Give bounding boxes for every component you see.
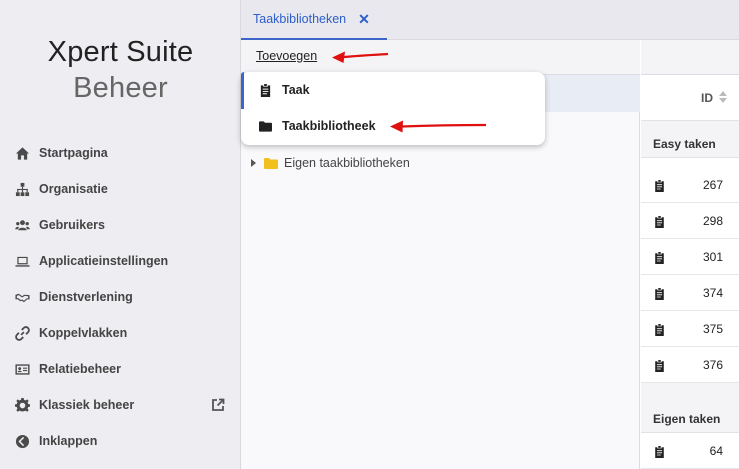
table-row[interactable]: 376 xyxy=(641,347,739,383)
gear-icon xyxy=(14,397,30,413)
clipboard-icon xyxy=(654,251,665,264)
sidebar-item-label: Inklappen xyxy=(39,434,98,448)
sidebar-item-applicatieinstellingen[interactable]: Applicatieinstellingen xyxy=(0,243,241,279)
caret-right-icon[interactable] xyxy=(251,159,256,167)
chevron-left-circle-icon xyxy=(14,433,30,449)
menu-item-taak[interactable]: Taak xyxy=(241,72,545,108)
folder-icon xyxy=(264,157,278,169)
annotation-arrow xyxy=(390,120,487,133)
clipboard-icon xyxy=(654,359,665,372)
sidebar-item-label: Startpagina xyxy=(39,146,108,160)
id-column-header[interactable]: ID xyxy=(701,91,713,105)
sitemap-icon xyxy=(14,181,30,197)
table-row[interactable]: 375 xyxy=(641,311,739,347)
brand-title: Xpert Suite xyxy=(47,36,194,68)
home-icon xyxy=(14,145,30,161)
row-id: 298 xyxy=(702,214,723,228)
sidebar-item-label: Applicatieinstellingen xyxy=(39,254,169,268)
menu-item-label: Taakbibliotheek xyxy=(282,119,376,133)
clipboard-icon xyxy=(654,287,665,300)
table-row[interactable]: 267 xyxy=(641,167,739,203)
sidebar-item-organisatie[interactable]: Organisatie xyxy=(0,171,241,207)
sidebar-item-koppelvlakken[interactable]: Koppelvlakken xyxy=(0,315,241,351)
external-link-icon[interactable] xyxy=(211,398,225,412)
clipboard-icon xyxy=(258,83,272,97)
row-id: 267 xyxy=(702,178,723,192)
sidebar-item-relatiebeheer[interactable]: Relatiebeheer xyxy=(0,351,241,387)
sidebar-item-label: Klassiek beheer xyxy=(39,398,135,412)
tab-label: Taakbibliotheken xyxy=(253,12,347,26)
sidebar-item-startpagina[interactable]: Startpagina xyxy=(0,135,241,171)
sort-icon[interactable] xyxy=(719,91,727,103)
group-label: Eigen taken xyxy=(653,412,721,426)
tab-taakbibliotheken[interactable]: Taakbibliotheken ✕ xyxy=(241,0,387,40)
users-icon xyxy=(14,217,30,233)
task-table-panel: ID Easy taken 267 298 301 374 375 376 Ei… xyxy=(641,40,739,469)
group-header-easy-taken: Easy taken xyxy=(641,121,739,158)
sidebar-item-label: Koppelvlakken xyxy=(39,326,128,340)
row-id: 374 xyxy=(702,286,723,300)
sidebar: Xpert Suite Beheer Startpagina Organisat… xyxy=(0,0,241,469)
folder-icon xyxy=(258,119,272,133)
clipboard-icon xyxy=(654,445,665,458)
sidebar-item-klassiek-beheer[interactable]: Klassiek beheer xyxy=(0,387,241,423)
brand-subtitle: Beheer xyxy=(73,72,168,104)
id-card-icon xyxy=(14,361,30,377)
sidebar-item-label: Dienstverlening xyxy=(39,290,133,304)
clipboard-icon xyxy=(654,215,665,228)
row-id: 376 xyxy=(702,358,723,372)
sidebar-item-label: Organisatie xyxy=(39,182,108,196)
app-brand: Xpert Suite Beheer xyxy=(0,34,241,106)
tab-bar: Taakbibliotheken ✕ xyxy=(241,0,739,40)
table-header: ID xyxy=(641,75,739,121)
toolbar: Toevoegen xyxy=(241,40,640,75)
clipboard-icon xyxy=(654,179,665,192)
table-toolbar xyxy=(641,40,739,75)
row-id: 64 xyxy=(709,444,723,458)
sidebar-nav: Startpagina Organisatie Gebruikers Appli… xyxy=(0,135,241,459)
sidebar-item-dienstverlening[interactable]: Dienstverlening xyxy=(0,279,241,315)
group-header-eigen-taken: Eigen taken xyxy=(641,383,739,433)
tree-node-eigen-taakbibliotheken[interactable]: Eigen taakbibliotheken xyxy=(251,156,410,170)
sidebar-item-label: Relatiebeheer xyxy=(39,362,121,376)
group-label: Easy taken xyxy=(653,137,716,151)
add-button[interactable]: Toevoegen xyxy=(256,49,317,63)
sidebar-item-label: Gebruikers xyxy=(39,218,106,232)
table-row[interactable]: 64 xyxy=(641,433,739,469)
table-row[interactable]: 301 xyxy=(641,239,739,275)
table-row[interactable]: 374 xyxy=(641,275,739,311)
laptop-icon xyxy=(14,253,30,269)
table-row[interactable]: 298 xyxy=(641,203,739,239)
sidebar-item-gebruikers[interactable]: Gebruikers xyxy=(0,207,241,243)
row-id: 375 xyxy=(702,322,723,336)
handshake-icon xyxy=(14,289,30,305)
close-icon[interactable]: ✕ xyxy=(358,11,370,28)
link-icon xyxy=(14,325,30,341)
tree-node-label: Eigen taakbibliotheken xyxy=(284,156,410,170)
sidebar-item-inklappen[interactable]: Inklappen xyxy=(0,423,241,459)
row-id: 301 xyxy=(702,250,723,264)
menu-item-label: Taak xyxy=(282,83,310,97)
annotation-arrow xyxy=(332,51,389,63)
clipboard-icon xyxy=(654,323,665,336)
